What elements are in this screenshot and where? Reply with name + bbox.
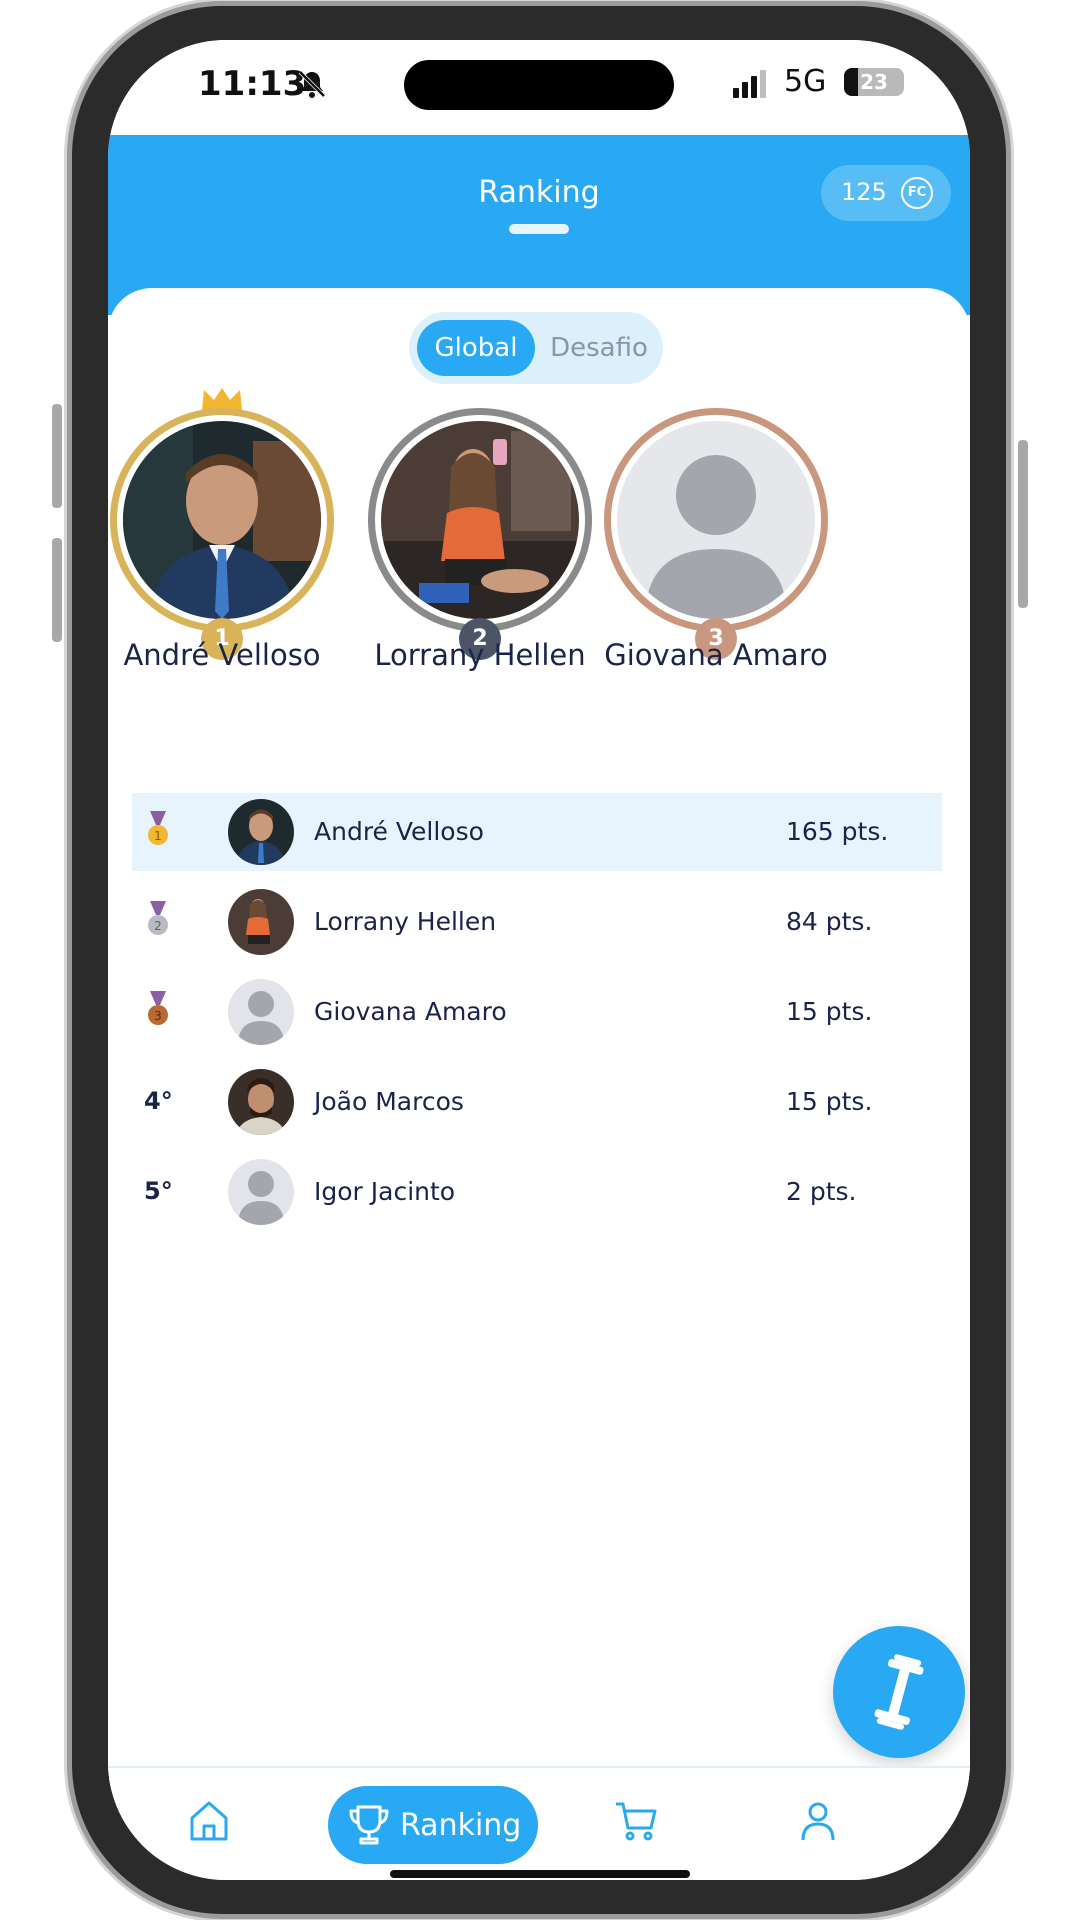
bronze-medal-icon: 3	[148, 991, 168, 1025]
player-points: 15 pts.	[786, 997, 873, 1026]
avatar	[228, 799, 294, 865]
coin-value: 125	[841, 178, 887, 206]
svg-text:1: 1	[154, 829, 162, 843]
podium-name: Giovana Amaro	[604, 638, 828, 672]
coin-balance[interactable]: 125 FC	[821, 165, 951, 221]
cart-icon[interactable]	[613, 1798, 659, 1844]
podium-avatar-ring	[110, 408, 334, 632]
nav-item-label: Ranking	[400, 1808, 522, 1843]
signal-icon	[733, 70, 766, 98]
player-name: Igor Jacinto	[314, 1177, 456, 1206]
power-button	[1018, 440, 1028, 608]
rank-position: 5°	[144, 1177, 173, 1205]
avatar	[617, 421, 815, 619]
avatar	[228, 1069, 294, 1135]
network-label: 5G	[784, 64, 827, 99]
player-name: André Velloso	[314, 817, 484, 846]
nav-item-ranking[interactable]: Ranking	[328, 1786, 538, 1864]
player-points: 15 pts.	[786, 1087, 873, 1116]
tab-global[interactable]: Global	[417, 320, 535, 376]
ranking-scope-toggle: Global Desafio	[409, 312, 663, 384]
trophy-icon	[349, 1805, 389, 1845]
tab-desafio[interactable]: Desafio	[543, 320, 655, 376]
home-indicator	[390, 1870, 690, 1878]
phone-frame: 11:13 5G 23 Ranking 125 FC Global Desafi…	[72, 6, 1006, 1914]
mute-switch	[52, 404, 62, 508]
avatar	[228, 889, 294, 955]
table-row[interactable]: 3 Giovana Amaro 15 pts.	[132, 973, 942, 1051]
rank-position: 4°	[144, 1087, 173, 1115]
player-name: Lorrany Hellen	[314, 907, 497, 936]
table-row[interactable]: 1 André Velloso 165 pts.	[132, 793, 942, 871]
player-name: João Marcos	[314, 1087, 464, 1116]
status-bar: 11:13 5G 23	[108, 40, 970, 135]
table-row[interactable]: 5° Igor Jacinto 2 pts.	[132, 1153, 942, 1231]
svg-text:2: 2	[154, 919, 162, 933]
phone-screen: 11:13 5G 23 Ranking 125 FC Global Desafi…	[108, 40, 970, 1880]
dumbbell-icon	[874, 1654, 924, 1730]
podium-avatar-ring	[604, 408, 828, 632]
silver-medal-icon: 2	[148, 901, 168, 935]
table-row[interactable]: 4° João Marcos 15 pts.	[132, 1063, 942, 1141]
status-time: 11:13	[198, 64, 307, 104]
player-points: 84 pts.	[786, 907, 873, 936]
profile-icon[interactable]	[795, 1798, 841, 1844]
dynamic-island	[404, 60, 674, 110]
coin-icon: FC	[901, 177, 933, 209]
avatar	[381, 421, 579, 619]
ranking-sheet: Global Desafio 1 André Velloso 2 Lorrany…	[108, 288, 970, 1788]
avatar	[123, 421, 321, 619]
bell-off-icon	[298, 70, 326, 98]
workout-fab-button[interactable]	[833, 1626, 965, 1758]
player-points: 2 pts.	[786, 1177, 857, 1206]
drag-handle[interactable]	[509, 224, 569, 234]
home-icon[interactable]	[186, 1798, 232, 1844]
avatar	[228, 1159, 294, 1225]
bottom-navigation: Ranking	[108, 1766, 970, 1880]
gold-medal-icon: 1	[148, 811, 168, 845]
podium-name: André Velloso	[123, 638, 321, 672]
volume-button	[52, 538, 62, 642]
player-points: 165 pts.	[786, 817, 889, 846]
battery-percent: 23	[860, 70, 888, 94]
avatar	[228, 979, 294, 1045]
player-name: Giovana Amaro	[314, 997, 507, 1026]
podium-avatar-ring	[368, 408, 592, 632]
battery-icon: 23	[844, 68, 904, 96]
svg-text:3: 3	[154, 1009, 162, 1023]
table-row[interactable]: 2 Lorrany Hellen 84 pts.	[132, 883, 942, 961]
